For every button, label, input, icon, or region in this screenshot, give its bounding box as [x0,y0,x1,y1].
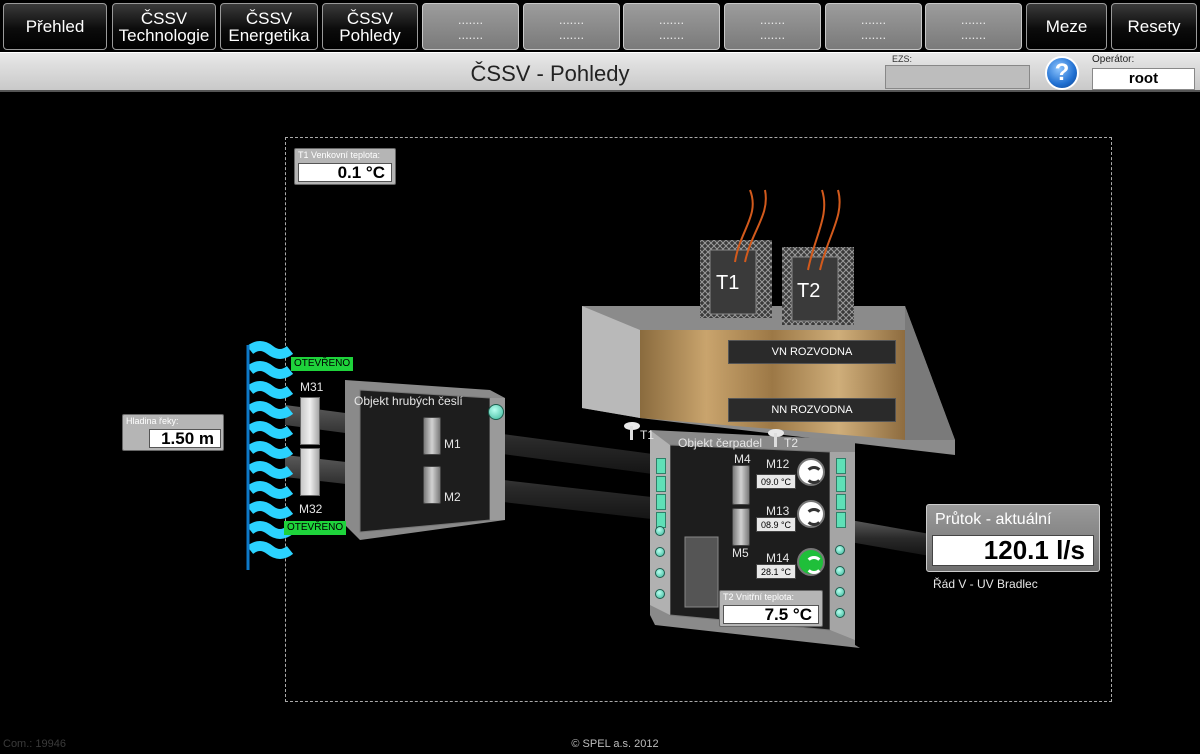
indicator-knob-icon [655,568,665,578]
nn-room-sign[interactable]: NN ROZVODNA [728,398,896,422]
pump-m12-fan-icon[interactable] [797,458,825,486]
copyright: © SPEL a.s. 2012 [571,738,659,750]
river-level-value: 1.50 m [149,429,221,448]
sensor-t1-icon [624,422,640,440]
pump-m13-label: M13 [766,504,790,518]
indicator-knob-icon [835,566,845,576]
indoor-temperature-value: 7.5 °C [723,605,819,624]
sensor-t1-label: T1 [640,428,655,442]
transformer-2-label: T2 [797,280,821,302]
status-led [836,512,846,528]
pipe-outlet [850,520,930,556]
pump-m12-temperature: 09.0 °C [756,474,796,489]
outdoor-temperature-box: T1 Venkovní teplota: 0.1 °C [294,148,396,185]
outdoor-temperature-value: 0.1 °C [298,163,392,182]
pump-m14-temperature: 28.1 °C [756,564,796,579]
indoor-temperature-box: T2 Vnitřní teplota: 7.5 °C [719,590,823,627]
motor-m1-label: M1 [444,437,461,451]
gate-m32-status-badge: OTEVŘENO [284,521,347,535]
flow-destination: Řád V - UV Bradlec [933,577,1038,591]
pump-m14-label: M14 [766,551,790,565]
motor-m1[interactable] [423,417,441,455]
flow-box: Průtok - aktuální 120.1 l/s [926,504,1100,572]
motor-m5-label: M5 [732,546,749,560]
gate-m31-status-badge: OTEVŘENO [291,357,354,371]
indicator-knob-icon [835,608,845,618]
motor-m4-label: M4 [734,452,751,466]
pump-m12-label: M12 [766,457,790,471]
outdoor-temperature-label: T1 Venkovní teplota: [298,150,381,160]
status-led [836,458,846,474]
scheme-graphics [246,189,955,648]
status-led [836,476,846,492]
motor-m4[interactable] [732,465,750,505]
gate-m32-label: M32 [299,502,323,516]
river-level-label: Hladina řeky: [126,416,179,426]
gate-m32[interactable] [300,448,320,496]
transformer-1-label: T1 [716,272,740,294]
pump-m13-temperature: 08.9 °C [756,517,796,532]
pump-station-title: Objekt čerpadel [678,436,763,450]
flow-value: 120.1 l/s [932,535,1094,566]
status-led [656,494,666,510]
flow-label: Průtok - aktuální [935,511,1052,528]
indicator-knob-icon [655,547,665,557]
indicator-knob-icon [835,587,845,597]
gate-m31[interactable] [300,397,320,445]
river-water-icon [246,341,294,570]
indicator-knob-icon [655,589,665,599]
sensor-t2-label: T2 [784,436,799,450]
pump-m13-fan-icon[interactable] [797,500,825,528]
coarse-screens-indicator-icon [488,404,504,420]
status-led [836,494,846,510]
pump-m14-fan-icon[interactable] [797,548,825,576]
motor-m2[interactable] [423,466,441,504]
river-level-box: Hladina řeky: 1.50 m [122,414,224,451]
status-led [656,458,666,474]
coarse-screens-title: Objekt hrubých česlí [354,394,463,408]
indicator-knob-icon [655,526,665,536]
motor-m2-label: M2 [444,490,461,504]
motor-m5[interactable] [732,508,750,546]
indicator-knob-icon [835,545,845,555]
indoor-temperature-label: T2 Vnitřní teplota: [723,592,795,602]
status-led [656,476,666,492]
vn-room-sign[interactable]: VN ROZVODNA [728,340,896,364]
gate-m31-label: M31 [300,380,324,394]
